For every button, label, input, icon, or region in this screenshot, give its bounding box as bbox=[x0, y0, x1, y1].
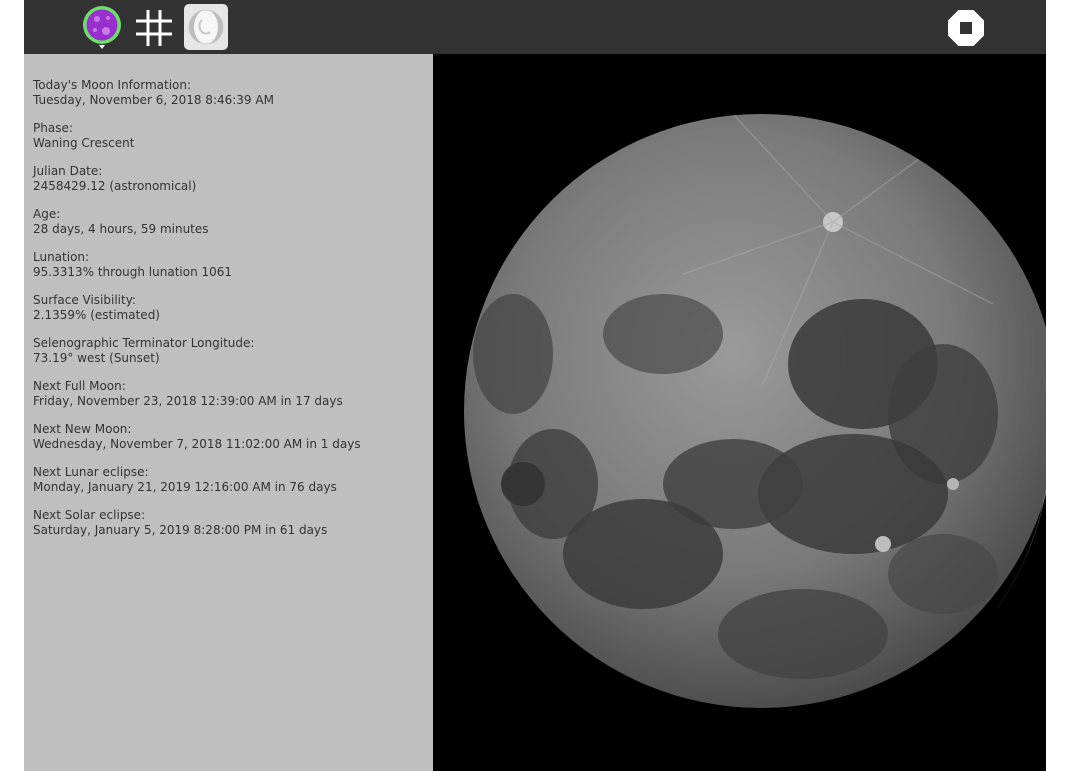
info-next-new-moon-label: Next New Moon: bbox=[33, 422, 132, 436]
info-phase-value: Waning Crescent bbox=[33, 136, 135, 150]
info-next-new-moon-value: Wednesday, November 7, 2018 11:02:00 AM … bbox=[33, 437, 361, 451]
info-julian-date: Julian Date: 2458429.12 (astronomical) bbox=[33, 164, 433, 194]
stop-button[interactable] bbox=[944, 4, 988, 50]
info-surface-visibility: Surface Visibility: 2.1359% (estimated) bbox=[33, 293, 433, 323]
moon-info-panel: Today's Moon Information: Tuesday, Novem… bbox=[24, 54, 433, 771]
moon-view-panel bbox=[433, 54, 1046, 771]
info-next-new-moon: Next New Moon: Wednesday, November 7, 20… bbox=[33, 422, 433, 452]
info-lunation-label: Lunation: bbox=[33, 250, 90, 264]
moon-surface-image bbox=[464, 114, 1046, 708]
moon-view-icon bbox=[83, 6, 121, 49]
info-next-solar-eclipse-value: Saturday, January 5, 2019 8:28:00 PM in … bbox=[33, 523, 328, 537]
grid-icon bbox=[136, 10, 172, 46]
info-next-full-moon: Next Full Moon: Friday, November 23, 201… bbox=[33, 379, 433, 409]
info-next-lunar-eclipse: Next Lunar eclipse: Monday, January 21, … bbox=[33, 465, 433, 495]
info-next-solar-eclipse: Next Solar eclipse: Saturday, January 5,… bbox=[33, 508, 433, 538]
info-next-lunar-eclipse-value: Monday, January 21, 2019 12:16:00 AM in … bbox=[33, 480, 337, 494]
moon-view-button[interactable] bbox=[80, 4, 124, 50]
info-age-value: 28 days, 4 hours, 59 minutes bbox=[33, 222, 209, 236]
grid-button[interactable] bbox=[132, 4, 176, 50]
moon-app-window: Today's Moon Information: Tuesday, Novem… bbox=[24, 0, 1046, 771]
moon-phase-icon bbox=[188, 9, 224, 45]
info-next-lunar-eclipse-label: Next Lunar eclipse: bbox=[33, 465, 149, 479]
info-title-label: Today's Moon Information: bbox=[33, 78, 192, 92]
info-julian-date-value: 2458429.12 (astronomical) bbox=[33, 179, 197, 193]
info-lunation: Lunation: 95.3313% through lunation 1061 bbox=[33, 250, 433, 280]
info-age-label: Age: bbox=[33, 207, 61, 221]
info-age: Age: 28 days, 4 hours, 59 minutes bbox=[33, 207, 433, 237]
info-next-solar-eclipse-label: Next Solar eclipse: bbox=[33, 508, 146, 522]
toolbar bbox=[24, 0, 1046, 54]
info-phase-label: Phase: bbox=[33, 121, 73, 135]
info-terminator-value: 73.19° west (Sunset) bbox=[33, 351, 160, 365]
info-next-full-moon-label: Next Full Moon: bbox=[33, 379, 126, 393]
stop-icon bbox=[948, 10, 984, 46]
info-terminator: Selenographic Terminator Longitude: 73.1… bbox=[33, 336, 433, 366]
info-phase: Phase: Waning Crescent bbox=[33, 121, 433, 151]
info-surface-visibility-label: Surface Visibility: bbox=[33, 293, 136, 307]
info-surface-visibility-value: 2.1359% (estimated) bbox=[33, 308, 160, 322]
info-title-value: Tuesday, November 6, 2018 8:46:39 AM bbox=[33, 93, 274, 107]
info-lunation-value: 95.3313% through lunation 1061 bbox=[33, 265, 233, 279]
info-julian-date-label: Julian Date: bbox=[33, 164, 103, 178]
info-terminator-label: Selenographic Terminator Longitude: bbox=[33, 336, 255, 350]
moon-phase-button[interactable] bbox=[184, 4, 228, 50]
info-next-full-moon-value: Friday, November 23, 2018 12:39:00 AM in… bbox=[33, 394, 343, 408]
info-title: Today's Moon Information: Tuesday, Novem… bbox=[33, 78, 433, 108]
